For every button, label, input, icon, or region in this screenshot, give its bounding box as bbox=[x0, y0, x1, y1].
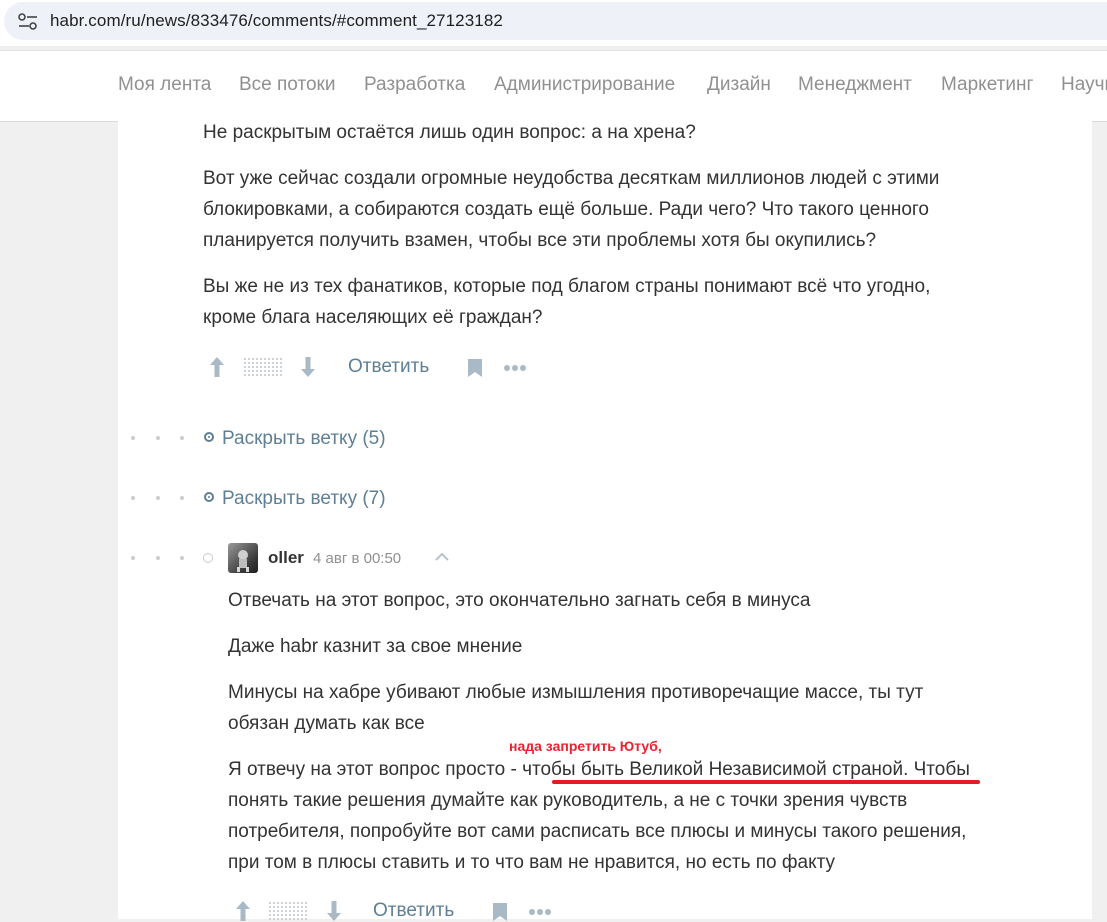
comment-text-line: блокировками, а собираются создать ещё б… bbox=[203, 199, 929, 220]
text-suffix: . Чтобы bbox=[903, 759, 970, 780]
nav-item-development[interactable]: Разработка bbox=[364, 74, 465, 96]
comment-text-line: обязан думать как все bbox=[228, 713, 425, 734]
comment-text-line: Не раскрытым остаётся лишь один вопрос: … bbox=[203, 122, 696, 143]
comment-text-line: понять такие решения думайте как руковод… bbox=[228, 790, 908, 811]
score-placeholder bbox=[268, 901, 308, 921]
comment-time[interactable]: 4 авг в 00:50 bbox=[313, 550, 401, 567]
comment-text-line: кроме блага населяющих её граждан? bbox=[203, 307, 543, 328]
red-underline-annotation bbox=[552, 780, 980, 784]
comment-text-line: Вот уже сейчас создали огромные неудобст… bbox=[203, 168, 940, 189]
upvote-arrow-icon[interactable] bbox=[208, 356, 226, 378]
thread-node-icon bbox=[203, 553, 213, 563]
text-prefix: Я отвечу на этот вопрос просто - bbox=[228, 759, 523, 780]
highlighted-text: чтобы быть Великой Независимой страной bbox=[522, 759, 904, 780]
more-options-icon[interactable] bbox=[503, 364, 527, 372]
site-settings-icon[interactable] bbox=[17, 12, 39, 32]
nav-item-marketing[interactable]: Маркетинг bbox=[941, 74, 1033, 96]
top-navigation: Моя лента Все потоки Разработка Админист… bbox=[0, 50, 1107, 122]
reply-button[interactable]: Ответить bbox=[348, 356, 429, 378]
annotation-label: нада запретить Ютуб, bbox=[509, 738, 662, 754]
comment-text-line: планируется получить взамен, чтобы все э… bbox=[203, 230, 877, 251]
more-options-icon[interactable] bbox=[528, 908, 552, 916]
nav-item-administration[interactable]: Администрирование bbox=[494, 74, 675, 96]
avatar[interactable] bbox=[228, 543, 258, 573]
expand-thread-label: Раскрыть ветку (5) bbox=[222, 428, 386, 449]
expand-thread-button[interactable]: Раскрыть ветку (5) bbox=[204, 428, 386, 450]
downvote-arrow-icon[interactable] bbox=[299, 356, 317, 378]
comment-text-line: Вы же не из тех фанатиков, которые под б… bbox=[203, 276, 931, 297]
bookmark-icon[interactable] bbox=[492, 902, 508, 922]
bookmark-icon[interactable] bbox=[467, 358, 483, 378]
nav-item-design[interactable]: Дизайн bbox=[707, 74, 771, 96]
comment-text-line: Отвечать на этот вопрос, это окончательн… bbox=[228, 590, 811, 611]
comment-author[interactable]: oller bbox=[268, 548, 304, 568]
score-placeholder bbox=[243, 357, 283, 377]
expand-thread-label: Раскрыть ветку (7) bbox=[222, 488, 386, 509]
nav-item-my-feed[interactable]: Моя лента bbox=[118, 74, 211, 96]
url-field[interactable]: habr.com/ru/news/833476/comments/#commen… bbox=[4, 2, 1107, 40]
comment-text-line: потребителя, попробуйте вот сами расписа… bbox=[228, 821, 967, 842]
browser-address-bar: habr.com/ru/news/833476/comments/#commen… bbox=[0, 0, 1107, 46]
url-text[interactable]: habr.com/ru/news/833476/comments/#commen… bbox=[50, 11, 503, 31]
comment-text-line: Даже habr казнит за свое мнение bbox=[228, 636, 523, 657]
nav-item-all-streams[interactable]: Все потоки bbox=[239, 74, 335, 96]
expand-circle-icon bbox=[204, 492, 214, 502]
nav-item-popsci[interactable]: Научпоп bbox=[1061, 74, 1107, 96]
comment-text-line: Минусы на хабре убивают любые измышления… bbox=[228, 682, 924, 703]
chevron-up-icon[interactable] bbox=[434, 552, 450, 562]
expand-circle-icon bbox=[204, 432, 214, 442]
expand-thread-button[interactable]: Раскрыть ветку (7) bbox=[204, 488, 386, 510]
nav-item-management[interactable]: Менеджмент bbox=[798, 74, 912, 96]
comment-text-line: при том в плюсы ставить и то что вам не … bbox=[228, 852, 836, 873]
